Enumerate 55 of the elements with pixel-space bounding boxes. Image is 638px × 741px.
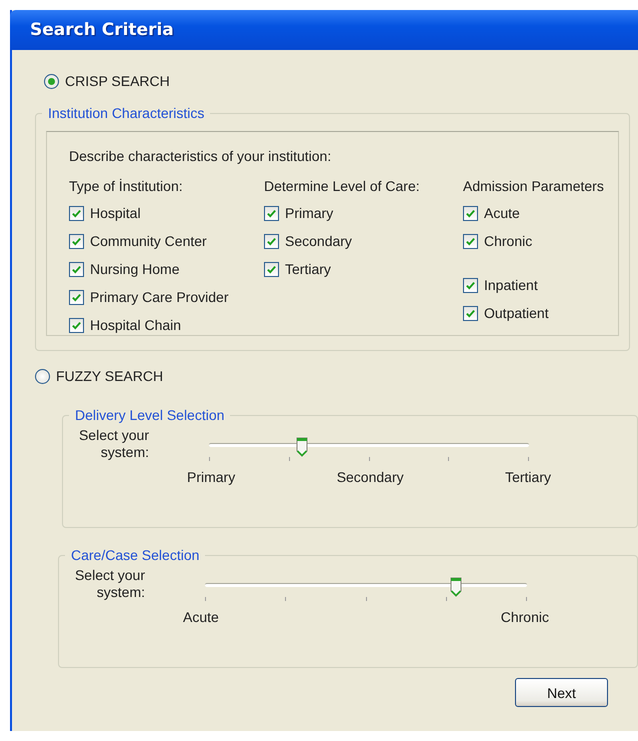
checkbox[interactable]: [69, 262, 84, 276]
next-button[interactable]: Next: [515, 678, 608, 707]
checkbox-label: Chronic: [484, 233, 532, 249]
checkbox-label: Primary: [285, 205, 334, 221]
tick-mark: [446, 597, 447, 601]
radio-label: CRISP SEARCH: [65, 73, 170, 89]
instruction-text: Describe characteristics of your institution:: [69, 148, 332, 164]
column-heading: Determine Level of Care:: [264, 178, 421, 194]
checkbox-label: Primary Care Provider: [90, 289, 228, 305]
tick-label: Secondary: [336, 469, 404, 485]
checkbox[interactable]: [264, 234, 279, 248]
radio-button[interactable]: [35, 368, 50, 384]
checkbox-label: Acute: [484, 205, 520, 221]
radio-label: FUZZY SEARCH: [56, 368, 164, 384]
checkbox-label: Community Center: [90, 233, 207, 249]
checkbox[interactable]: [69, 206, 84, 220]
checkbox[interactable]: [463, 234, 478, 248]
group-title: Care/Case Selection: [70, 547, 200, 563]
checkbox[interactable]: [463, 206, 478, 220]
column-heading: Admission Parameters: [463, 178, 605, 194]
checkbox[interactable]: [69, 290, 84, 304]
tick-mark: [448, 457, 450, 461]
slider-thumb[interactable]: [296, 437, 308, 457]
tick-mark: [368, 457, 370, 461]
checkbox[interactable]: [463, 306, 478, 320]
tick-mark: [528, 457, 529, 461]
checkbox[interactable]: [69, 318, 84, 332]
tick-label: Chronic: [500, 609, 549, 625]
checkbox[interactable]: [264, 206, 279, 220]
checkbox[interactable]: [463, 278, 478, 292]
checkbox-label: Inpatient: [484, 277, 538, 293]
tick-label: Tertiary: [505, 469, 551, 485]
checkbox-label: Secondary: [285, 233, 352, 249]
tick-mark: [285, 597, 286, 601]
window-title: Search Criteria: [10, 10, 638, 50]
checkbox-label: Outpatient: [484, 305, 549, 321]
tick-label: Primary: [187, 469, 236, 485]
checkbox-label: Tertiary: [285, 261, 331, 277]
checkbox-label: Hospital Chain: [90, 317, 182, 333]
tick-mark: [526, 597, 527, 601]
column-heading: Type of İnstitution:: [69, 178, 184, 194]
radio-button[interactable]: [44, 74, 59, 88]
slider-label: Select your system:: [74, 567, 145, 601]
tick-label: Acute: [183, 609, 219, 625]
slider-label: Select your system:: [78, 427, 149, 461]
slider-thumb[interactable]: [450, 577, 462, 597]
checkbox-label: Nursing Home: [90, 261, 180, 277]
checkbox-label: Hospital: [90, 205, 141, 221]
checkbox[interactable]: [69, 234, 84, 248]
tick-mark: [209, 457, 210, 461]
group-title: Delivery Level Selection: [74, 407, 226, 423]
checkbox[interactable]: [264, 262, 279, 276]
tick-mark: [288, 457, 290, 461]
tick-mark: [205, 597, 206, 601]
group-title: Institution Characteristics: [47, 105, 206, 121]
